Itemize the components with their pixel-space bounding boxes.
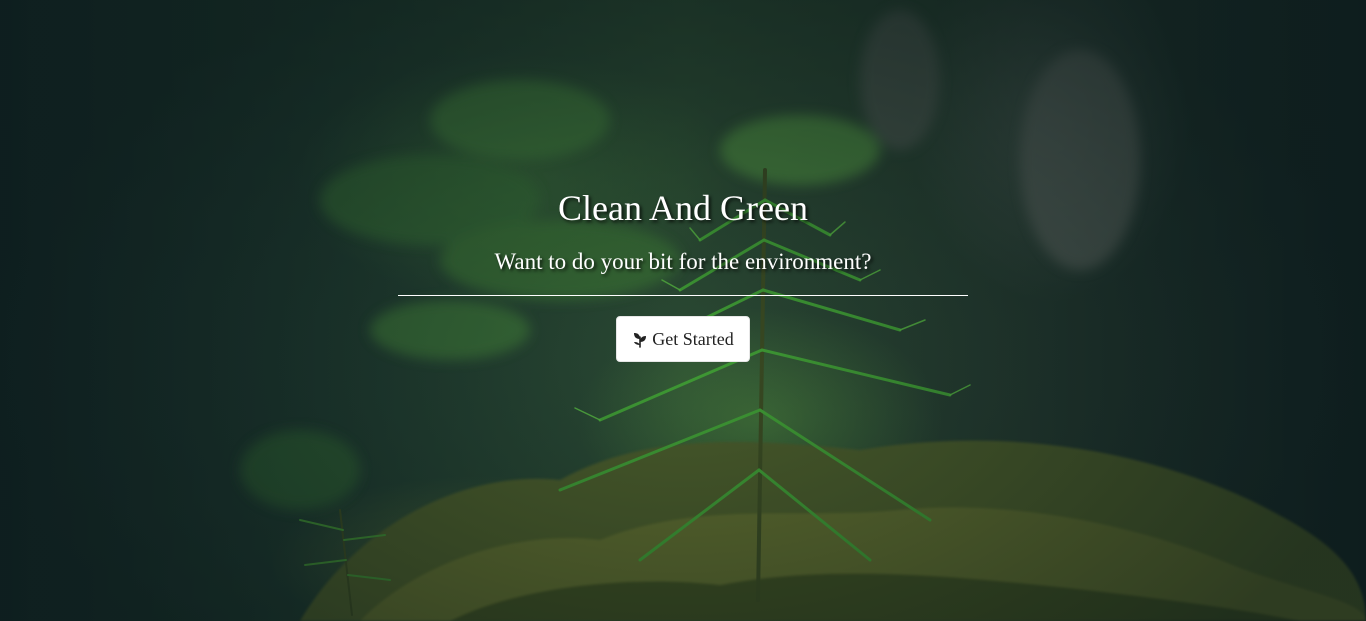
- hero-subtitle: Want to do your bit for the environment?: [494, 249, 872, 274]
- get-started-label: Get Started: [652, 328, 734, 349]
- hero-title: Clean And Green: [558, 188, 808, 228]
- seedling-icon: [634, 333, 647, 348]
- get-started-button[interactable]: Get Started: [616, 316, 750, 362]
- hero-content: Clean And Green Want to do your bit for …: [0, 0, 1366, 621]
- hero-section: Clean And Green Want to do your bit for …: [0, 0, 1366, 621]
- divider: [398, 295, 968, 296]
